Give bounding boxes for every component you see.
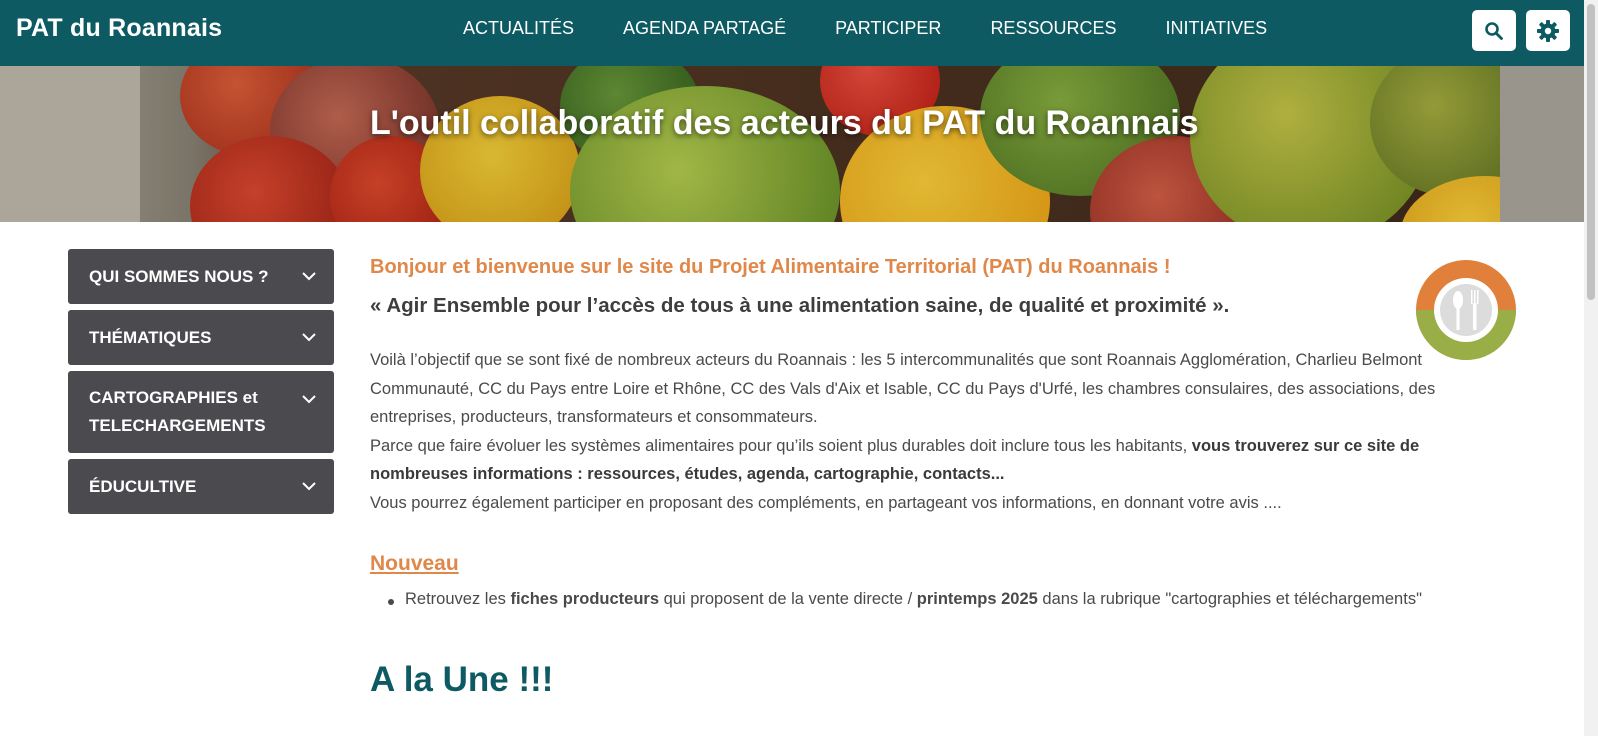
nouveau-link[interactable]: Nouveau xyxy=(370,552,459,576)
gear-icon xyxy=(1537,19,1559,42)
intro-paragraph: Voilà l’objectif que se sont fixé de nom… xyxy=(370,346,1500,517)
news-text: qui proposent de la vente directe / xyxy=(659,590,917,608)
sidebar-item-label: QUI SOMMES NOUS ? xyxy=(89,266,269,286)
chevron-down-icon xyxy=(302,482,316,491)
news-bold-fiches: fiches producteurs xyxy=(510,590,660,608)
a-la-une-heading: A la Une !!! xyxy=(370,660,554,699)
news-text: dans la rubrique "cartographies et téléc… xyxy=(1037,590,1422,608)
nav-item-initiatives[interactable]: INITIATIVES xyxy=(1165,18,1267,39)
chevron-down-icon xyxy=(302,272,316,281)
welcome-heading: Bonjour et bienvenue sur le site du Proj… xyxy=(370,256,1171,278)
banner-overlay xyxy=(0,66,1584,222)
sidebar-item-label: CARTOGRAPHIES et TELECHARGEMENTS xyxy=(89,388,266,435)
site-title-link[interactable]: PAT du Roannais xyxy=(16,14,222,43)
intro-text-2: Parce que faire évoluer les systèmes ali… xyxy=(370,436,1192,455)
sidebar-item-educultive[interactable]: ÉDUCULTIVE xyxy=(68,459,334,514)
list-item: Retrouvez les fiches producteurs qui pro… xyxy=(388,590,1555,609)
scrollbar-thumb[interactable] xyxy=(1587,4,1595,300)
sidebar-item-label: ÉDUCULTIVE xyxy=(89,476,197,496)
news-bold-printemps: printemps 2025 xyxy=(916,590,1038,608)
sidebar-item-thematiques[interactable]: THÉMATIQUES xyxy=(68,310,334,365)
top-navbar: PAT du Roannais ACTUALITÉS AGENDA PARTAG… xyxy=(0,0,1584,66)
page-scrollbar[interactable] xyxy=(1584,0,1598,736)
nav-item-agenda-partage[interactable]: AGENDA PARTAGÉ xyxy=(623,18,786,39)
nav-item-participer[interactable]: PARTICIPER xyxy=(835,18,941,39)
sidebar-item-cartographies[interactable]: CARTOGRAPHIES et TELECHARGEMENTS xyxy=(68,371,334,453)
motto-text: « Agir Ensemble pour l’accès de tous à u… xyxy=(370,294,1230,317)
banner-title: L'outil collaboratif des acteurs du PAT … xyxy=(370,104,1199,142)
main-nav: ACTUALITÉS AGENDA PARTAGÉ PARTICIPER RES… xyxy=(463,18,1267,39)
main-content: Bonjour et bienvenue sur le site du Proj… xyxy=(370,256,1520,699)
pat-logo xyxy=(1416,260,1516,360)
sidebar-menu: QUI SOMMES NOUS ? THÉMATIQUES CARTOGRAPH… xyxy=(68,249,334,520)
news-text: Retrouvez les xyxy=(405,590,511,608)
intro-text-3: Vous pourrez également participer en pro… xyxy=(370,493,1282,512)
news-list: Retrouvez les fiches producteurs qui pro… xyxy=(388,590,1555,609)
intro-text-1: Voilà l’objectif que se sont fixé de nom… xyxy=(370,351,1436,426)
search-button[interactable] xyxy=(1472,10,1516,51)
sidebar-item-label: THÉMATIQUES xyxy=(89,327,212,347)
chevron-down-icon xyxy=(302,333,316,342)
hero-banner: L'outil collaboratif des acteurs du PAT … xyxy=(0,66,1584,222)
search-icon xyxy=(1485,21,1503,40)
sidebar-item-qui-sommes-nous[interactable]: QUI SOMMES NOUS ? xyxy=(68,249,334,304)
nav-item-ressources[interactable]: RESSOURCES xyxy=(990,18,1116,39)
chevron-down-icon xyxy=(302,395,316,404)
nav-item-actualites[interactable]: ACTUALITÉS xyxy=(463,18,574,39)
settings-button[interactable] xyxy=(1526,10,1570,51)
